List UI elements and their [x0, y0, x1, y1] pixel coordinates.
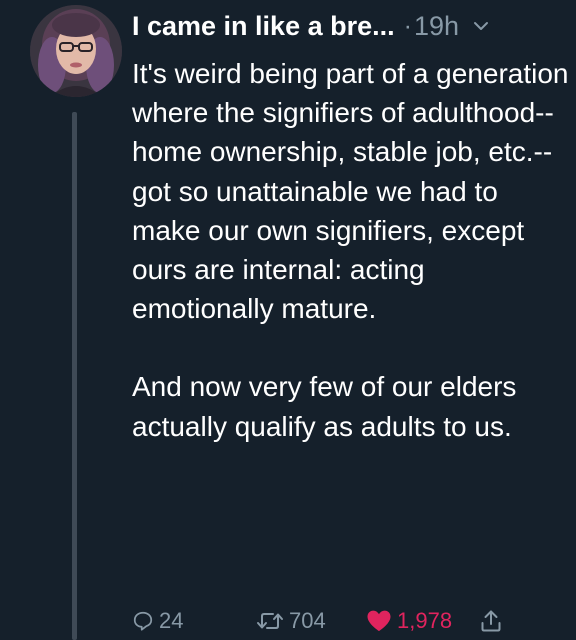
separator-dot: ·	[403, 11, 412, 40]
share-icon	[480, 609, 502, 633]
reply-button[interactable]: 24	[132, 602, 183, 640]
avatar-image	[30, 5, 122, 97]
retweet-icon	[256, 610, 284, 632]
retweet-count: 704	[289, 608, 326, 633]
action-bar: 24 704 1,978	[132, 602, 572, 640]
reply-icon	[132, 610, 154, 632]
retweet-button[interactable]: 704	[256, 602, 326, 640]
tweet-text: It's weird being part of a generation wh…	[132, 54, 572, 446]
like-button[interactable]: 1,978	[366, 602, 452, 640]
tweet[interactable]: I came in like a bre... · 19h It's weird…	[0, 0, 576, 640]
thread-line	[72, 112, 77, 640]
avatar[interactable]	[30, 5, 122, 97]
tweet-paragraph: It's weird being part of a generation wh…	[132, 58, 569, 325]
heart-icon	[366, 609, 392, 633]
timestamp[interactable]: 19h	[414, 11, 459, 42]
reply-count: 24	[159, 608, 184, 633]
tweet-header: I came in like a bre... · 19h	[132, 6, 572, 46]
display-name[interactable]: I came in like a bre...	[132, 11, 395, 42]
chevron-down-icon[interactable]	[471, 16, 491, 36]
like-count: 1,978	[397, 608, 453, 633]
share-button[interactable]	[480, 602, 502, 640]
tweet-paragraph: And now very few of our elders actually …	[132, 371, 517, 442]
